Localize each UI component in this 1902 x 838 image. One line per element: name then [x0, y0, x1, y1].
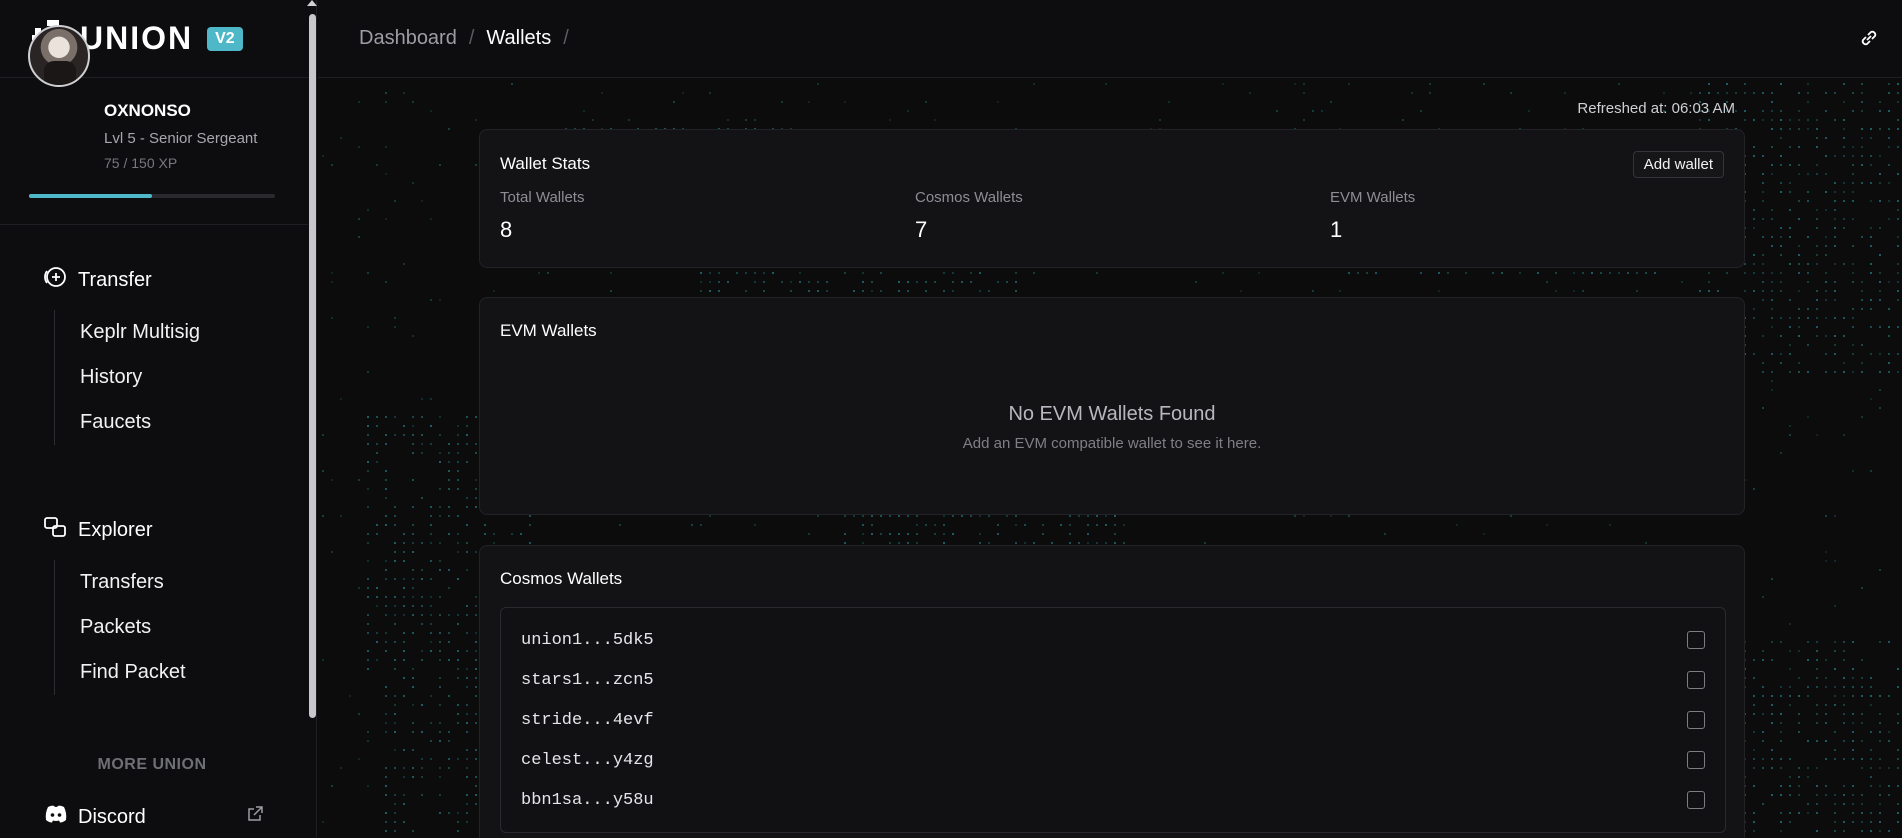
- wallet-checkbox[interactable]: [1687, 631, 1705, 649]
- stat-evm-wallets: EVM Wallets 1: [1330, 189, 1415, 243]
- nav-item-history[interactable]: History: [80, 355, 300, 400]
- xp-progress-fill: [29, 194, 152, 198]
- divider: [0, 224, 308, 225]
- breadcrumb-bar: Dashboard / Wallets /: [318, 0, 1902, 78]
- wallet-address: stars1...zcn5: [521, 670, 654, 690]
- wallet-row[interactable]: bbn1sa...y58u: [521, 785, 1705, 815]
- wallet-address: stride...4evf: [521, 710, 654, 730]
- nav-explorer[interactable]: Explorer: [0, 512, 300, 548]
- nav-discord-label: Discord: [78, 805, 146, 828]
- empty-state-title: No EVM Wallets Found: [1008, 403, 1216, 425]
- scroll-thumb[interactable]: [309, 14, 316, 718]
- stat-value: 7: [915, 217, 928, 242]
- nav-item-keplr-multisig[interactable]: Keplr Multisig: [80, 310, 300, 355]
- refreshed-timestamp: Refreshed at: 06:03 AM: [1577, 100, 1735, 117]
- profile-level: Lvl 5 - Senior Sergeant: [104, 130, 258, 147]
- discord-icon: [44, 805, 68, 829]
- transfer-submenu: Keplr Multisig History Faucets: [54, 310, 300, 445]
- wallet-checkbox[interactable]: [1687, 671, 1705, 689]
- xp-progress-bar: [29, 194, 275, 198]
- breadcrumb-separator: /: [468, 27, 475, 49]
- avatar[interactable]: [28, 25, 90, 87]
- nav-transfer-group: Transfer Keplr Multisig History Faucets: [0, 262, 300, 445]
- wallet-row[interactable]: celest...y4zg: [521, 745, 1705, 775]
- wallet-checkbox[interactable]: [1687, 711, 1705, 729]
- explorer-icon: [42, 514, 78, 546]
- wallet-checkbox[interactable]: [1687, 791, 1705, 809]
- wallet-row[interactable]: stride...4evf: [521, 705, 1705, 735]
- profile-xp: 75 / 150 XP: [104, 155, 178, 171]
- link-icon[interactable]: [1858, 27, 1880, 54]
- breadcrumb-separator: /: [563, 27, 569, 49]
- nav-explorer-label: Explorer: [78, 518, 153, 541]
- wallet-address: celest...y4zg: [521, 750, 654, 770]
- cosmos-wallets-title: Cosmos Wallets: [500, 569, 623, 588]
- nav-explorer-group: Explorer Transfers Packets Find Packet: [0, 512, 300, 695]
- more-union-heading: MORE UNION: [97, 756, 207, 773]
- sidebar: UNION V2 OXNONSO Lvl 5 - Senior Sergeant…: [0, 0, 317, 838]
- nav-item-faucets[interactable]: Faucets: [80, 400, 300, 445]
- wallet-row[interactable]: stars1...zcn5: [521, 665, 1705, 695]
- breadcrumb-dashboard[interactable]: Dashboard: [359, 27, 457, 50]
- wallet-stats-card: Wallet Stats Add wallet Total Wallets 8 …: [479, 129, 1745, 268]
- stat-cosmos-wallets: Cosmos Wallets 7: [915, 189, 1023, 243]
- cosmos-wallets-card: Cosmos Wallets union1...5dk5 stars1...zc…: [479, 545, 1745, 838]
- scroll-up-arrow-icon[interactable]: [307, 0, 317, 6]
- stat-label: Total Wallets: [500, 189, 585, 206]
- empty-state-subtitle: Add an EVM compatible wallet to see it h…: [962, 435, 1262, 452]
- profile-name: OXNONSO: [104, 101, 191, 120]
- wallet-row[interactable]: union1...5dk5: [521, 625, 1705, 655]
- wallet-address: bbn1sa...y58u: [521, 790, 654, 810]
- nav-item-transfers[interactable]: Transfers: [80, 560, 300, 605]
- evm-wallets-title: EVM Wallets: [500, 321, 597, 340]
- explorer-submenu: Transfers Packets Find Packet: [54, 560, 300, 695]
- nav-item-find-packet[interactable]: Find Packet: [80, 650, 300, 695]
- add-wallet-button[interactable]: Add wallet: [1632, 151, 1724, 178]
- stat-total-wallets: Total Wallets 8: [500, 189, 584, 243]
- transfer-icon: [42, 264, 78, 296]
- wallet-stats-title: Wallet Stats: [500, 154, 591, 173]
- breadcrumb-wallets[interactable]: Wallets: [486, 27, 551, 50]
- stat-value: 8: [500, 217, 513, 242]
- evm-wallets-card: EVM Wallets No EVM Wallets Found Add an …: [479, 297, 1745, 515]
- nav-discord[interactable]: Discord: [44, 805, 264, 829]
- sidebar-scrollbar[interactable]: [307, 0, 317, 838]
- stat-value: 1: [1330, 217, 1343, 242]
- version-badge: V2: [207, 26, 243, 51]
- brand-name: UNION: [80, 20, 194, 56]
- stat-label: EVM Wallets: [1330, 189, 1416, 206]
- cosmos-wallet-list: union1...5dk5 stars1...zcn5 stride...4ev…: [500, 607, 1726, 833]
- wallet-checkbox[interactable]: [1687, 751, 1705, 769]
- nav-transfer[interactable]: Transfer: [0, 262, 300, 298]
- nav-transfer-label: Transfer: [78, 268, 152, 291]
- stat-label: Cosmos Wallets: [915, 189, 1023, 206]
- nav-item-packets[interactable]: Packets: [80, 605, 300, 650]
- external-link-icon: [246, 805, 264, 829]
- wallet-address: union1...5dk5: [521, 630, 654, 650]
